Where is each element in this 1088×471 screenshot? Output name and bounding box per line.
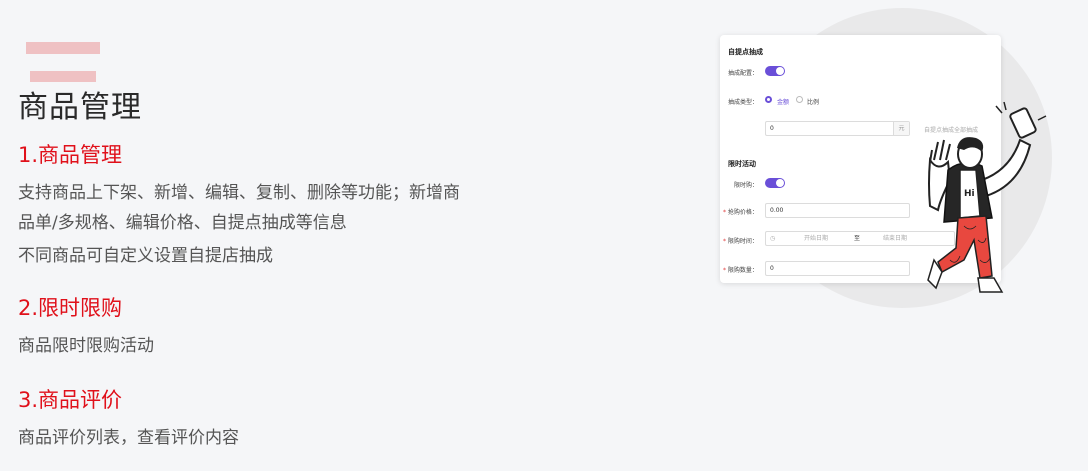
required-mark: * bbox=[723, 267, 726, 274]
date-separator: 至 bbox=[854, 235, 861, 242]
amount-value: 0 bbox=[770, 125, 774, 132]
amount-input[interactable]: 0 元 bbox=[765, 121, 910, 136]
section-flash-sale: 2.限时限购 商品限时限购活动 bbox=[18, 295, 508, 361]
required-mark: * bbox=[723, 209, 726, 216]
right-shoe bbox=[977, 277, 1004, 293]
qty-value: 0 bbox=[770, 265, 774, 272]
commission-config-toggle[interactable] bbox=[765, 66, 785, 76]
price-label: 抢购价格： bbox=[727, 209, 758, 216]
qty-input[interactable]: 0 bbox=[765, 261, 910, 276]
phone-icon bbox=[1009, 107, 1037, 139]
time-label: 限购时间： bbox=[727, 238, 758, 245]
radio-ratio[interactable] bbox=[796, 96, 803, 103]
decorative-bar bbox=[30, 71, 96, 82]
card-section-title: 限时活动 bbox=[728, 160, 756, 168]
pants bbox=[937, 215, 993, 279]
radio-amount[interactable] bbox=[765, 96, 772, 103]
waving-hand bbox=[929, 139, 951, 163]
flash-sale-toggle[interactable] bbox=[765, 178, 785, 188]
page-title: 商品管理 bbox=[18, 90, 142, 125]
commission-type-label: 抽成类型： bbox=[728, 99, 759, 106]
decorative-bar bbox=[26, 42, 100, 54]
section-heading: 2.限时限购 bbox=[18, 296, 123, 320]
section-text: 商品评价列表，查看评价内容 bbox=[18, 428, 239, 448]
qty-label: 限购数量： bbox=[727, 267, 758, 274]
card-section-title: 自提点抽成 bbox=[728, 48, 763, 56]
section-product-management: 1.商品管理 支持商品上下架、新增、编辑、复制、删除等功能；新增商 品单/多规格… bbox=[18, 142, 508, 271]
required-mark: * bbox=[723, 238, 726, 245]
section-text: 支持商品上下架、新增、编辑、复制、删除等功能；新增商 bbox=[18, 183, 460, 203]
amount-suffix: 元 bbox=[893, 122, 909, 135]
commission-config-label: 抽成配置： bbox=[728, 70, 759, 77]
title-block: 商品管理 bbox=[18, 40, 218, 125]
radio-ratio-label: 比例 bbox=[807, 99, 820, 106]
section-product-reviews: 3.商品评价 商品评价列表，查看评价内容 bbox=[18, 387, 508, 453]
shirt-text: Hi bbox=[964, 189, 975, 199]
end-date-placeholder: 结束日期 bbox=[883, 235, 908, 242]
person-illustration: Hi bbox=[927, 101, 1047, 293]
section-text: 商品限时限购活动 bbox=[18, 336, 154, 356]
price-value: 0.00 bbox=[770, 207, 784, 214]
clock-icon: ◷ bbox=[770, 235, 776, 242]
raised-arm bbox=[980, 138, 1032, 198]
section-heading: 1.商品管理 bbox=[18, 143, 123, 167]
section-text: 不同商品可自定义设置自提店抽成 bbox=[18, 246, 273, 266]
section-text: 品单/多规格、编辑价格、自提点抽成等信息 bbox=[18, 213, 347, 233]
flash-sale-label: 限时购： bbox=[734, 182, 759, 189]
price-input[interactable]: 0.00 bbox=[765, 203, 910, 218]
start-date-placeholder: 开始日期 bbox=[804, 235, 829, 242]
radio-amount-label: 金额 bbox=[777, 99, 790, 106]
section-heading: 3.商品评价 bbox=[18, 388, 123, 412]
